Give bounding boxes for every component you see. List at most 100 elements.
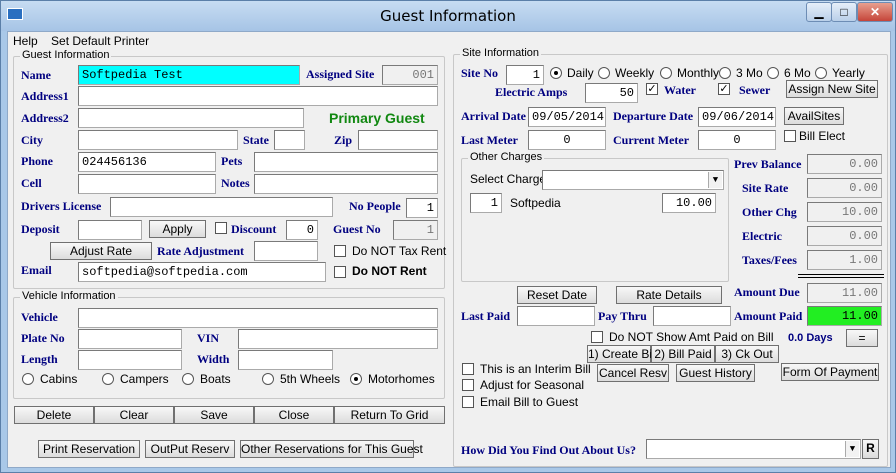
do-not-tax-checkbox[interactable] (334, 245, 346, 257)
radio-3mo[interactable] (719, 67, 731, 79)
maximize-button[interactable]: □ (831, 2, 857, 22)
r-button[interactable]: R (862, 439, 879, 459)
cell-field[interactable] (78, 174, 216, 194)
current-meter-label: Current Meter (613, 133, 690, 147)
phone-field[interactable]: 024456136 (78, 152, 216, 172)
form-of-payment-button[interactable]: Form Of Payment (781, 363, 879, 381)
arrival-date-field[interactable]: 09/05/2014 (528, 107, 606, 127)
drivers-license-field[interactable] (110, 197, 333, 217)
sewer-label: Sewer (739, 83, 771, 97)
other-reservations-button[interactable]: Other Reservations for This Guest (240, 440, 423, 458)
apply-button[interactable]: Apply (149, 220, 206, 238)
rate-adjustment-field[interactable] (254, 241, 318, 261)
bill-elect-checkbox[interactable] (784, 130, 796, 142)
radio-6mo[interactable] (767, 67, 779, 79)
discount-checkbox[interactable] (215, 222, 227, 234)
length-field[interactable] (78, 350, 182, 370)
weekly-label: Weekly (615, 66, 655, 80)
rate-details-button[interactable]: Rate Details (616, 286, 722, 304)
current-meter-field[interactable]: 0 (698, 130, 776, 150)
address1-field[interactable] (78, 86, 438, 106)
menu-help[interactable]: Help (8, 32, 43, 50)
adjust-seasonal-checkbox[interactable] (462, 379, 474, 391)
plate-field[interactable] (78, 329, 182, 349)
deposit-label: Deposit (21, 222, 60, 236)
vin-label: VIN (197, 331, 220, 345)
charge-amount-field[interactable]: 10.00 (662, 193, 716, 213)
width-field[interactable] (238, 350, 333, 370)
cabins-label: Cabins (40, 372, 78, 386)
daily-label: Daily (567, 66, 594, 80)
charge-qty-field[interactable]: 1 (470, 193, 502, 213)
last-paid-field[interactable] (517, 306, 595, 326)
create-bill-button[interactable]: 1) Create Bill (587, 345, 657, 363)
site-no-field[interactable]: 1 (506, 65, 544, 85)
assigned-site-label: Assigned Site (306, 67, 375, 81)
close-window-button[interactable]: ✕ (857, 2, 893, 22)
output-reserv-button[interactable]: OutPut Reserv (145, 440, 235, 458)
radio-weekly[interactable] (598, 67, 610, 79)
close-button[interactable]: Close (254, 406, 334, 424)
clear-button[interactable]: Clear (94, 406, 174, 424)
minimize-button[interactable]: ▁ (806, 2, 832, 22)
do-not-rent-checkbox[interactable] (334, 266, 346, 278)
departure-date-field[interactable]: 09/06/2014 (698, 107, 776, 127)
radio-5th-wheels[interactable] (262, 373, 274, 385)
print-reservation-button[interactable]: Print Reservation (38, 440, 140, 458)
last-meter-field[interactable]: 0 (528, 130, 606, 150)
radio-motorhomes[interactable] (350, 373, 362, 385)
delete-button[interactable]: Delete (14, 406, 94, 424)
address2-field[interactable] (78, 108, 304, 128)
no-people-label: No People (349, 199, 401, 213)
vin-field[interactable] (238, 329, 438, 349)
name-field[interactable]: Softpedia Test (78, 65, 300, 85)
return-to-grid-button[interactable]: Return To Grid (334, 406, 445, 424)
radio-campers[interactable] (102, 373, 114, 385)
how-find-dropdown[interactable]: ▼ (646, 439, 861, 459)
bill-paid-button[interactable]: 2) Bill Paid (651, 345, 715, 363)
amount-due-label: Amount Due (734, 285, 800, 299)
radio-monthly[interactable] (660, 67, 672, 79)
electric-amps-field[interactable]: 50 (585, 83, 638, 103)
sewer-checkbox[interactable]: ✓ (718, 83, 730, 95)
assigned-site-field: 001 (382, 65, 438, 85)
state-field[interactable] (274, 130, 305, 150)
email-label: Email (21, 263, 52, 277)
radio-boats[interactable] (182, 373, 194, 385)
electric-amps-label: Electric Amps (495, 85, 568, 99)
cancel-resv-button[interactable]: Cancel Resv (597, 364, 669, 382)
other-chg-label: Other Chg (742, 205, 797, 219)
vehicle-info-label: Vehicle Information (20, 290, 118, 302)
amount-paid-field[interactable]: 11.00 (807, 306, 882, 326)
radio-cabins[interactable] (22, 373, 34, 385)
no-people-field[interactable]: 1 (406, 198, 438, 218)
save-button[interactable]: Save (174, 406, 254, 424)
radio-yearly[interactable] (815, 67, 827, 79)
discount-field[interactable]: 0 (286, 220, 318, 240)
adjust-rate-button[interactable]: Adjust Rate (50, 242, 152, 260)
select-charge-dropdown[interactable]: ▼ (542, 170, 724, 190)
email-field[interactable]: softpedia@softpedia.com (78, 262, 326, 282)
guest-information-window: Guest Information ▁ □ ✕ Help Set Default… (0, 0, 896, 473)
assign-new-site-button[interactable]: Assign New Site (786, 80, 878, 98)
guest-history-button[interactable]: Guest History (676, 364, 755, 382)
water-checkbox[interactable]: ✓ (646, 83, 658, 95)
avail-sites-button[interactable]: AvailSites (784, 107, 844, 125)
interim-bill-checkbox[interactable] (462, 363, 474, 375)
pets-field[interactable] (254, 152, 438, 172)
vehicle-field[interactable] (78, 308, 438, 328)
deposit-field[interactable] (78, 220, 142, 240)
dont-show-amt-checkbox[interactable] (591, 331, 603, 343)
radio-daily[interactable] (550, 67, 562, 79)
reset-date-button[interactable]: Reset Date (517, 286, 597, 304)
menu-set-default-printer[interactable]: Set Default Printer (46, 32, 154, 50)
pay-thru-field[interactable] (653, 306, 731, 326)
site-rate-label: Site Rate (742, 181, 789, 195)
yearly-label: Yearly (832, 66, 865, 80)
zip-field[interactable] (358, 130, 438, 150)
equals-button[interactable]: = (846, 329, 878, 347)
ck-out-button[interactable]: 3) Ck Out (715, 345, 779, 363)
city-field[interactable] (78, 130, 238, 150)
email-bill-checkbox[interactable] (462, 396, 474, 408)
notes-field[interactable] (254, 174, 438, 194)
